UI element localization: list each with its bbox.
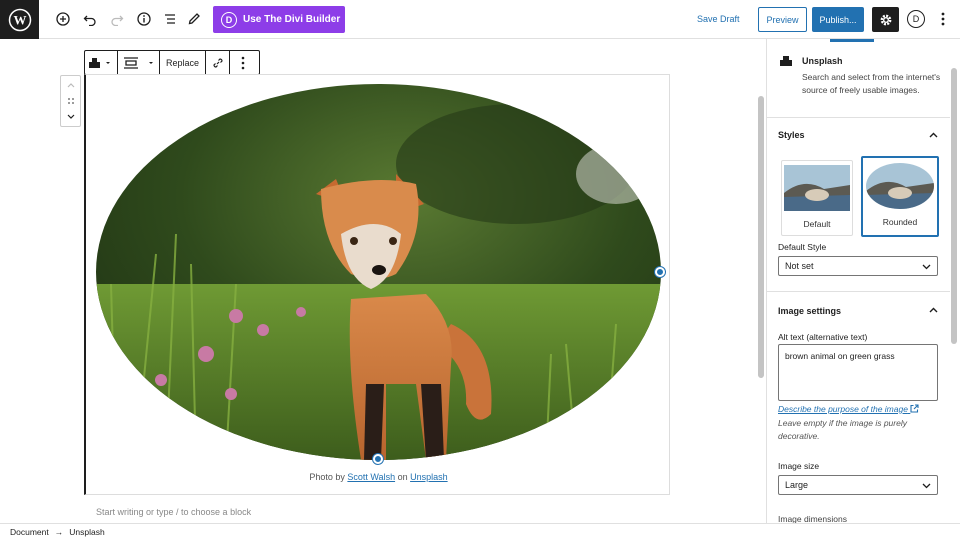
chevron-down-icon [922,264,931,270]
wordpress-logo[interactable]: W [0,0,39,39]
tools-icon[interactable] [184,9,204,29]
default-style-select[interactable]: Not set [778,256,938,276]
source-link[interactable]: Unsplash [410,472,448,482]
divi-toggle-icon[interactable]: D [907,10,925,28]
chevron-down-icon[interactable] [67,114,75,120]
more-options-icon[interactable] [934,10,952,28]
style-label-default: Default [803,219,831,229]
style-option-rounded[interactable]: Rounded [861,156,939,237]
author-link[interactable]: Scott Walsh [347,472,395,482]
block-toolbar: Replace [84,50,260,75]
breadcrumb-unsplash[interactable]: Unsplash [69,527,104,537]
alt-text-label: Alt text (alternative text) [778,332,868,342]
save-draft-link[interactable]: Save Draft [697,14,740,24]
gear-icon [880,14,891,25]
drag-icon[interactable] [67,97,75,105]
alt-text-help-link[interactable]: Describe the purpose of the image [778,404,919,414]
external-link-icon [910,404,919,413]
style-thumb-default [784,165,850,211]
divi-button-label: Use The Divi Builder [243,14,341,25]
style-label-rounded: Rounded [882,217,918,227]
block-type-switcher[interactable] [85,51,118,74]
align-dropdown[interactable] [118,51,160,74]
block-mover [60,75,81,127]
breadcrumb: Document → Unsplash [0,523,960,540]
resize-handle-right[interactable] [655,267,665,277]
caption-prefix: Photo by [309,472,348,482]
replace-button[interactable]: Replace [160,51,207,74]
chevron-up-icon[interactable] [929,306,938,315]
link-icon [212,57,223,68]
preview-button[interactable]: Preview [758,7,807,32]
align-icon [123,56,153,69]
block-more-options[interactable] [230,51,256,74]
image-size-select[interactable]: Large [778,475,938,495]
alt-text-input[interactable]: brown animal on green grass [778,344,938,401]
use-divi-builder-button[interactable]: D Use The Divi Builder [213,6,345,33]
block-description: Search and select from the internet's so… [802,72,941,95]
caption-mid: on [395,472,411,482]
styles-heading[interactable]: Styles [778,130,805,140]
chevron-up-icon[interactable] [67,82,75,88]
resize-handle-bottom[interactable] [373,454,383,464]
more-icon [241,56,245,69]
svg-text:W: W [13,12,26,27]
info-icon[interactable] [134,9,154,29]
list-view-icon[interactable] [160,9,180,29]
editor-scrollbar[interactable] [758,96,764,378]
undo-icon[interactable] [80,9,100,29]
image-block-icon [780,56,792,66]
style-option-default[interactable]: Default [781,160,853,236]
chevron-down-icon [922,483,931,489]
active-tab-indicator [830,39,874,42]
image-size-label: Image size [778,461,820,471]
fox-image[interactable] [96,84,661,460]
alt-help-link-text: Describe the purpose of the image [778,404,908,414]
link-button[interactable] [206,51,231,74]
image-settings-heading[interactable]: Image settings [778,306,841,316]
image-size-value: Large [785,480,809,490]
image-block-icon [89,57,110,68]
alt-text-help: Leave empty if the image is purely decor… [778,418,907,441]
block-appender-placeholder[interactable]: Start writing or type / to choose a bloc… [96,507,251,517]
breadcrumb-arrow: → [54,527,64,537]
image-caption[interactable]: Photo by Scott Walsh on Unsplash [96,472,661,482]
block-title: Unsplash [802,56,843,66]
divi-icon: D [221,11,237,28]
top-toolbar: W D Use The Divi Builder Save Draft Prev… [0,0,960,39]
wordpress-icon: W [8,8,31,31]
breadcrumb-document[interactable]: Document [10,527,49,537]
redo-icon[interactable] [107,9,127,29]
add-block-icon[interactable] [53,9,73,29]
default-style-label: Default Style [778,242,827,252]
default-style-value: Not set [785,261,814,271]
chevron-up-icon[interactable] [929,131,938,140]
sidebar-scrollbar[interactable] [951,68,957,344]
style-thumb-rounded [866,163,934,209]
photo-fox [96,84,661,460]
publish-button[interactable]: Publish... [812,7,864,32]
settings-button[interactable] [872,7,899,32]
